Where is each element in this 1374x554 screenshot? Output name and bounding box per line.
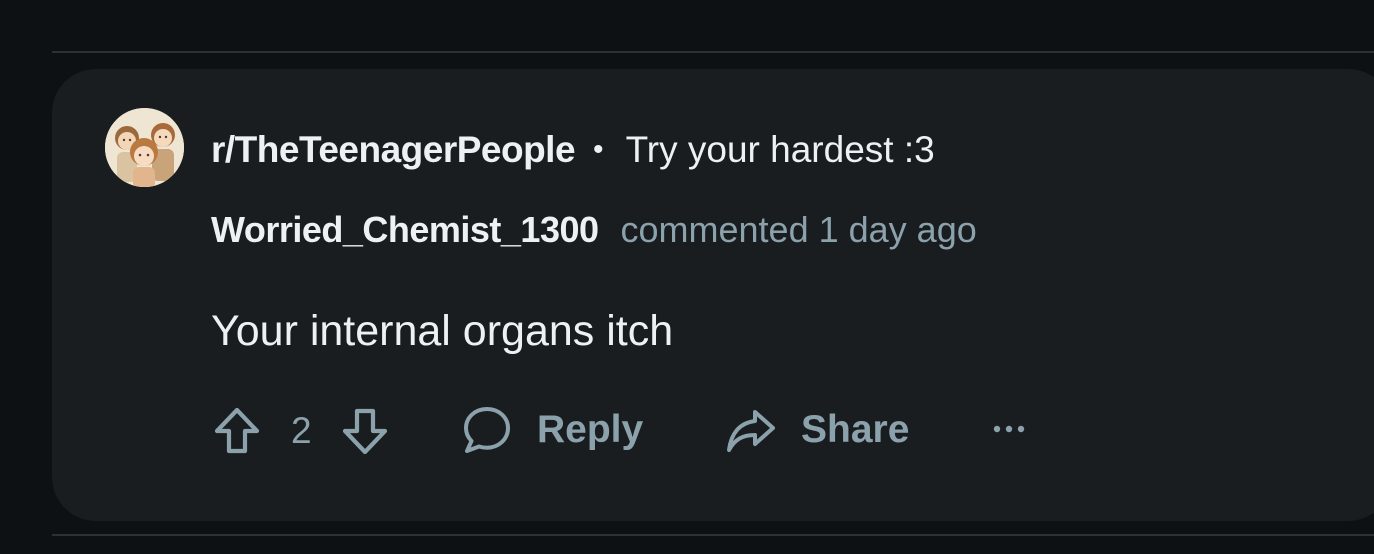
- avatar-illustration: [105, 108, 184, 187]
- comment-body: Your internal organs itch: [211, 307, 674, 355]
- speech-bubble-icon: [461, 404, 513, 456]
- comment-author-link[interactable]: Worried_Chemist_1300: [211, 209, 599, 251]
- arrow-down-icon: [339, 405, 391, 457]
- page: r/TheTeenagerPeople • Try your hardest :…: [0, 0, 1374, 554]
- comment-timestamp: commented 1 day ago: [620, 209, 977, 250]
- share-label: Share: [801, 408, 910, 451]
- downvote-button[interactable]: [339, 405, 391, 457]
- subreddit-name-link[interactable]: r/TheTeenagerPeople: [211, 129, 576, 171]
- subreddit-line: r/TheTeenagerPeople • Try your hardest :…: [211, 128, 935, 172]
- ellipsis-icon: [987, 414, 1031, 444]
- top-divider: [52, 51, 1374, 53]
- reply-label: Reply: [537, 408, 644, 451]
- bottom-divider: [52, 534, 1374, 536]
- comment-action-bar: 2 Reply Share: [211, 400, 1051, 460]
- share-arrow-icon: [725, 404, 777, 456]
- comment-author-line: Worried_Chemist_1300 commented 1 day ago: [211, 208, 977, 252]
- post-title-link[interactable]: Try your hardest :3: [626, 129, 935, 171]
- vote-count: 2: [291, 410, 312, 451]
- separator-dot: •: [593, 133, 604, 166]
- arrow-up-icon: [211, 405, 263, 457]
- subreddit-avatar[interactable]: [105, 108, 184, 187]
- share-button[interactable]: Share: [725, 404, 909, 456]
- more-options-button[interactable]: [987, 414, 1031, 444]
- reply-button[interactable]: Reply: [461, 404, 643, 456]
- upvote-button[interactable]: [211, 405, 263, 457]
